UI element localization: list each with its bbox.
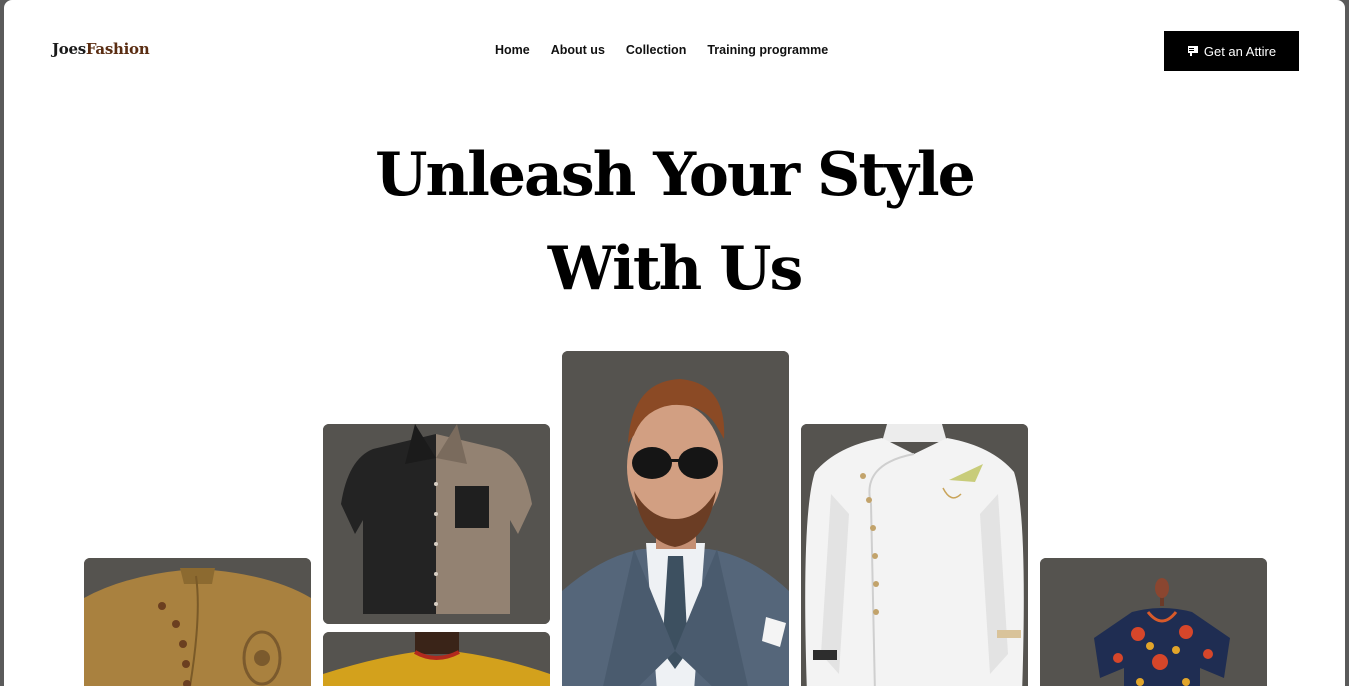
get-attire-label: Get an Attire [1203, 43, 1277, 59]
hero-heading: Unleash Your Style With Us [4, 128, 1345, 316]
hanger-icon [1187, 45, 1199, 57]
gallery-card-two-tone-shirt[interactable] [323, 424, 550, 624]
nav-home[interactable]: Home [495, 43, 530, 57]
logo-part-1: Joes [52, 40, 86, 58]
hero-line-1: Unleash Your Style [375, 140, 976, 210]
logo[interactable]: JoesFashion [52, 40, 150, 58]
logo-part-2: Fashion [85, 40, 150, 58]
gallery-card-ankara-dress[interactable] [1040, 558, 1267, 686]
gallery-card-yellow-shirt[interactable] [323, 632, 550, 686]
page: JoesFashion Home About us Collection Tra… [4, 0, 1345, 686]
hero-line-2: With Us [547, 234, 803, 304]
gallery-card-tan-senator-attire[interactable] [84, 558, 311, 686]
main-nav: Home About us Collection Training progra… [495, 43, 849, 57]
gallery-card-man-in-suit[interactable] [562, 351, 789, 686]
nav-about-us[interactable]: About us [551, 43, 605, 57]
gallery-card-white-senator-attire[interactable] [801, 424, 1028, 686]
nav-collection[interactable]: Collection [626, 43, 686, 57]
get-attire-button[interactable]: Get an Attire [1164, 31, 1299, 71]
nav-training-programme[interactable]: Training programme [707, 43, 828, 57]
